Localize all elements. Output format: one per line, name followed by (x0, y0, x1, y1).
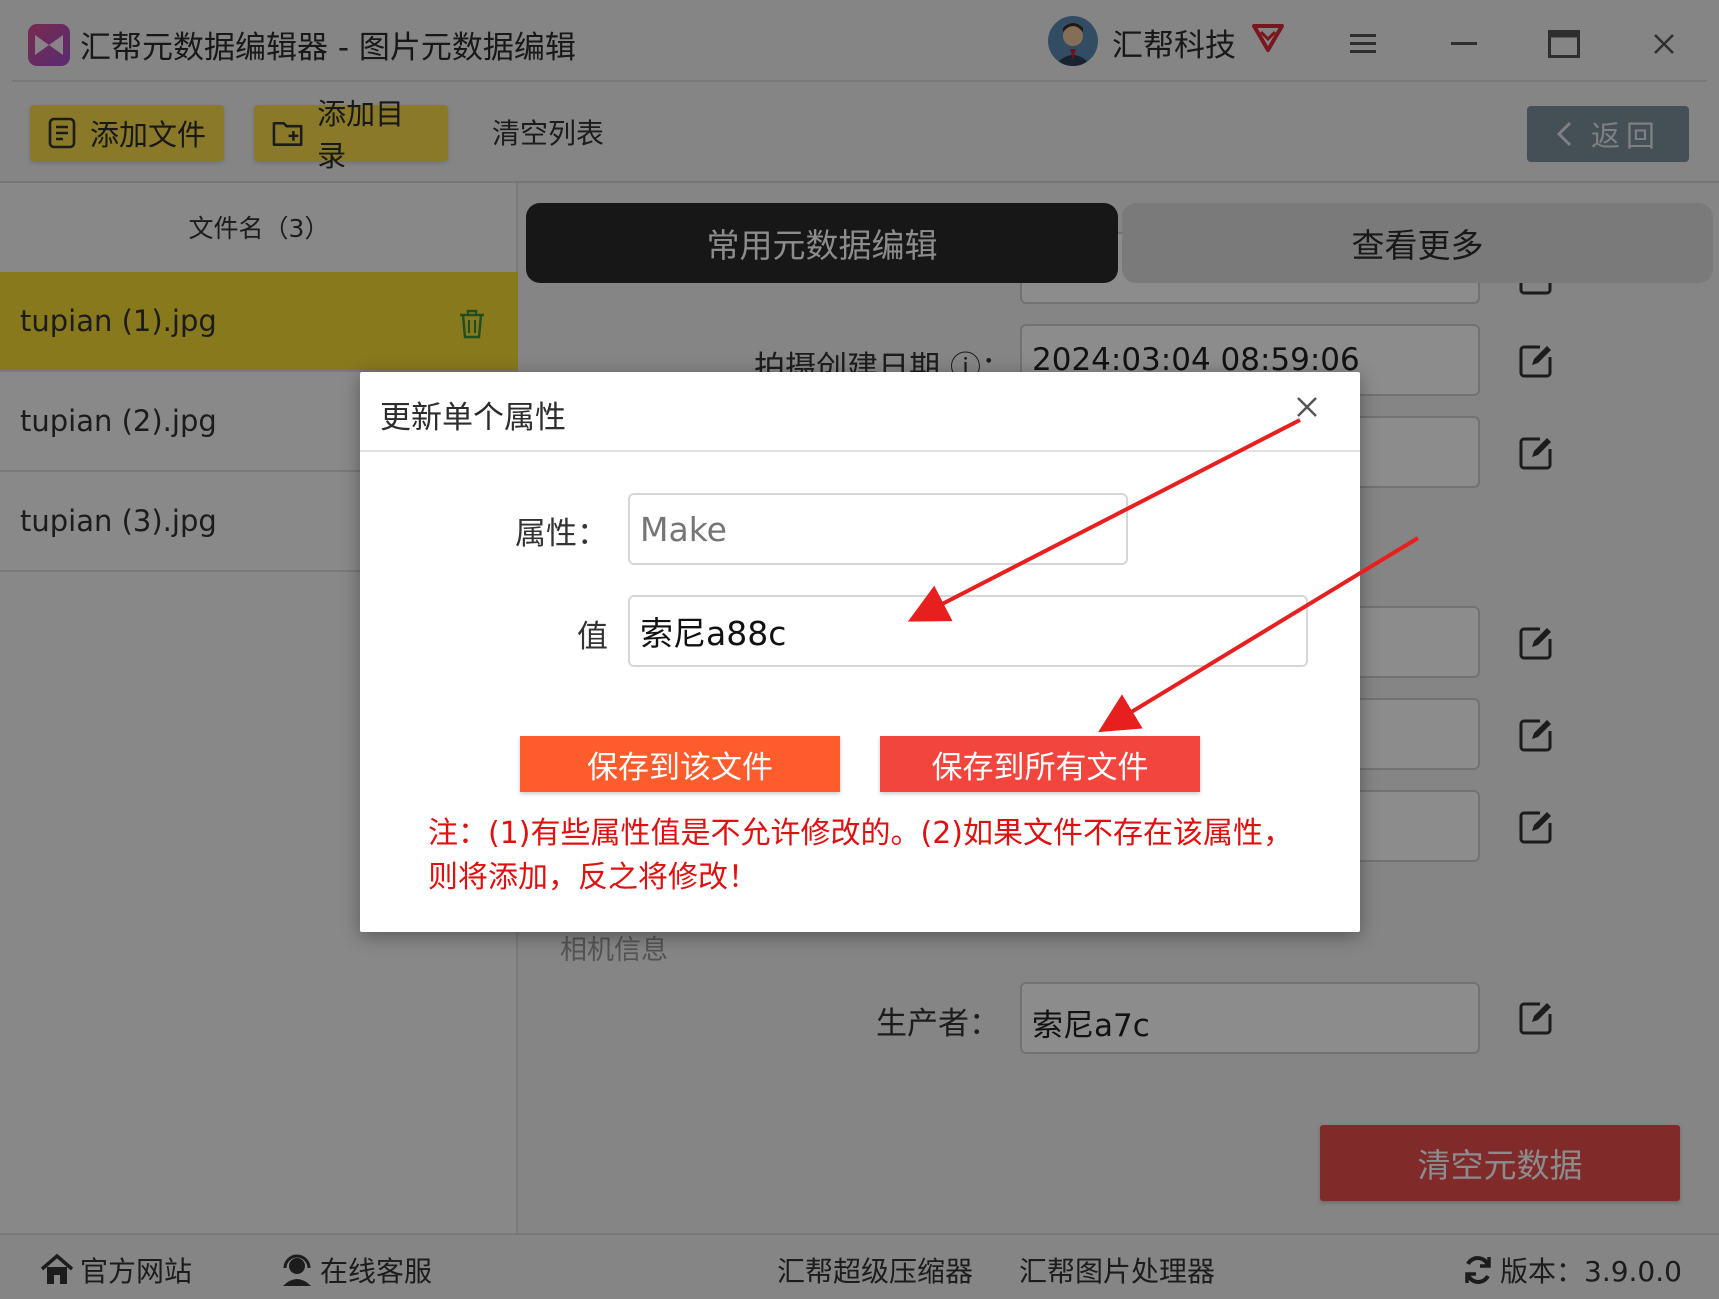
dialog-close-icon[interactable] (1296, 396, 1318, 422)
save-to-all-files-button[interactable]: 保存到所有文件 (880, 736, 1200, 792)
dialog-title: 更新单个属性 (380, 400, 566, 436)
dialog-note: 注：(1)有些属性值是不允许修改的。(2)如果文件不存在该属性，则将添加，反之将… (428, 816, 1293, 895)
divider (360, 450, 1360, 452)
value-input[interactable] (628, 595, 1308, 667)
property-input[interactable] (628, 493, 1128, 565)
save-to-this-file-button[interactable]: 保存到该文件 (520, 736, 840, 792)
property-label: 属性： (515, 516, 608, 552)
value-label: 值 (577, 619, 608, 655)
